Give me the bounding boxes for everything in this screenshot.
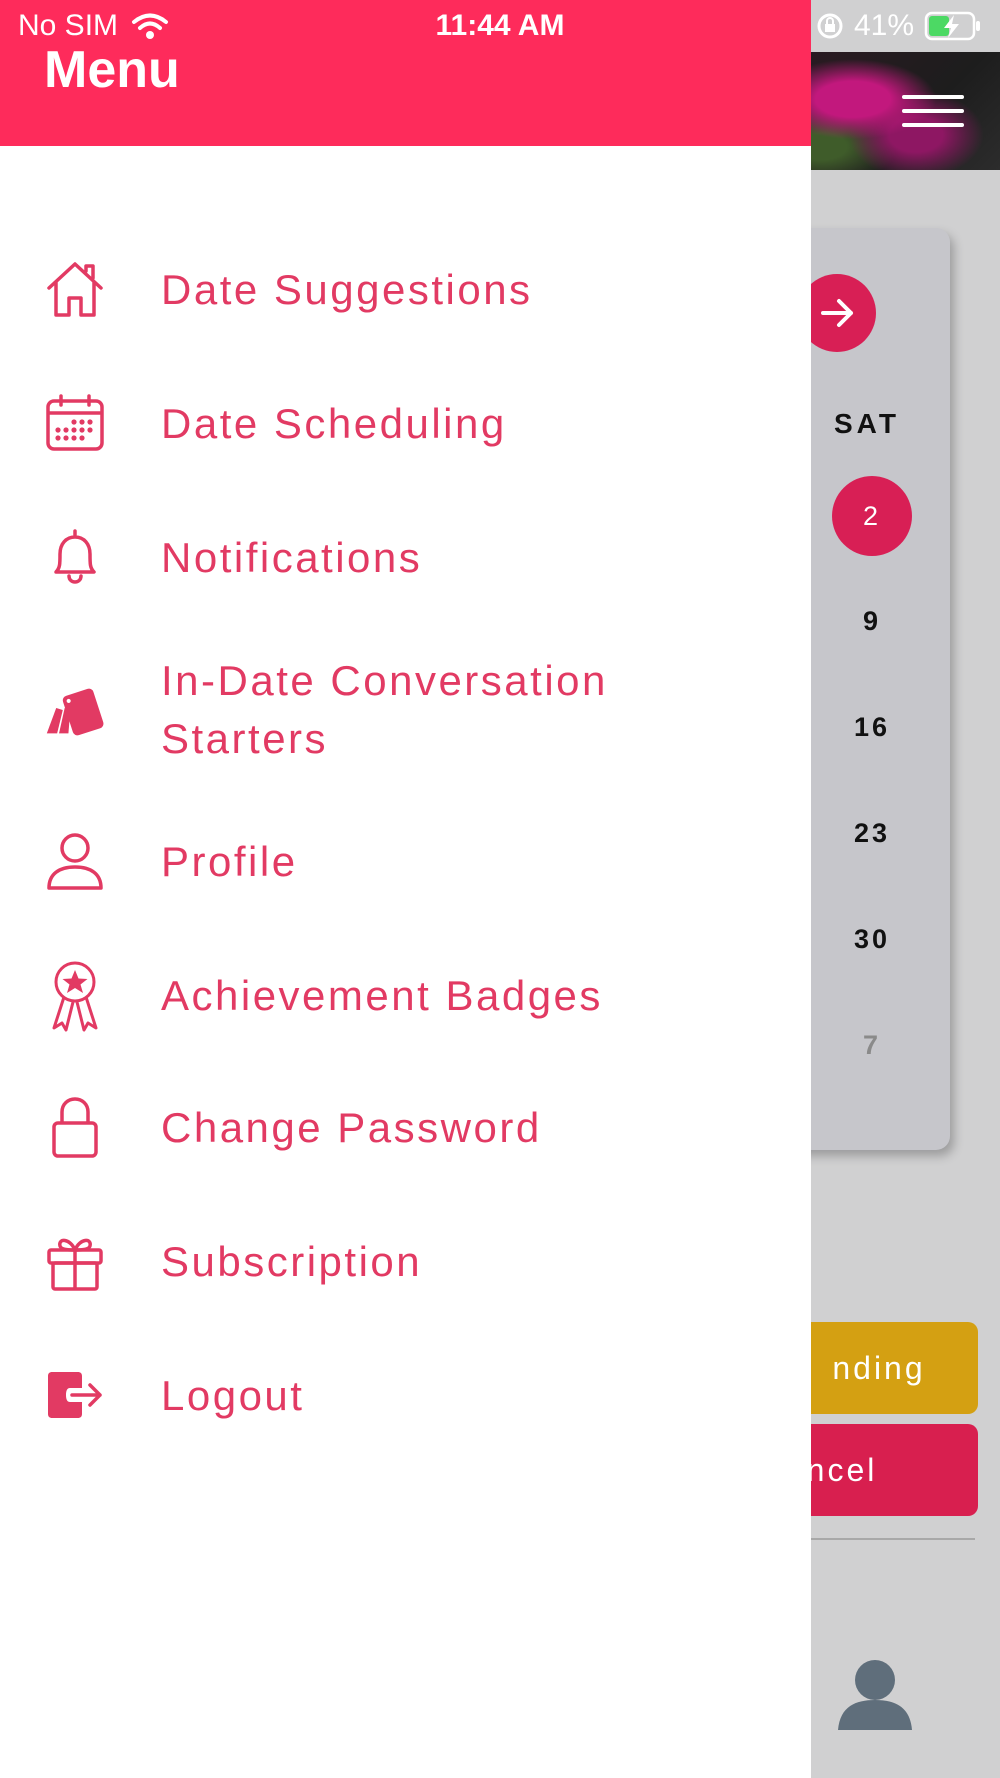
battery-charging-icon [924,11,980,41]
menu-item-date-suggestions[interactable]: Date Suggestions [0,258,811,322]
menu-item-label: Profile [161,838,298,885]
menu-item-achievement-badges[interactable]: Achievement Badges [0,960,811,1032]
calendar-day[interactable]: 23 [832,818,912,849]
menu-item-label: Logout [161,1372,305,1419]
menu-item-date-scheduling[interactable]: Date Scheduling [0,392,811,456]
bell-icon [44,526,106,588]
navigation-drawer: Menu Date Suggestions Date Scheduling No… [0,0,811,1778]
menu-item-label: Change Password [161,1104,542,1151]
calendar-day[interactable]: 30 [832,924,912,955]
logout-icon [44,1364,106,1426]
menu-item-profile[interactable]: Profile [0,830,811,894]
header-image [790,52,1000,170]
calendar-day[interactable]: 16 [832,712,912,743]
cards-icon [44,678,106,740]
status-bar: No SIM 11:44 AM 41% [0,0,1000,54]
lock-icon [44,1096,106,1158]
menu-item-logout[interactable]: Logout [0,1364,811,1428]
calendar-day-next-month[interactable]: 7 [832,1030,912,1061]
divider [800,1538,975,1540]
arrow-right-icon [821,299,853,327]
battery-percentage: 41% [853,9,914,42]
gift-icon [44,1230,106,1292]
menu-item-label: Subscription [161,1238,423,1285]
calendar-day-selected[interactable]: 2 [832,476,912,556]
badge-icon [44,960,106,1032]
menu-item-conversation-starters[interactable]: In-Date Conversation Starters [0,652,811,768]
avatar-icon[interactable] [836,1654,914,1732]
menu-item-change-password[interactable]: Change Password [0,1096,811,1160]
menu-item-label: In-Date Conversation Starters [161,657,608,762]
menu-item-label: Date Suggestions [161,266,533,313]
calendar-day[interactable]: 9 [832,606,912,637]
menu-item-label: Date Scheduling [161,400,507,447]
home-icon [44,258,106,320]
pending-label: nding [832,1349,926,1386]
menu-item-subscription[interactable]: Subscription [0,1230,811,1294]
user-icon [44,830,106,892]
weekday-header: SAT [834,408,900,439]
menu-item-label: Notifications [161,534,423,581]
menu-item-label: Achievement Badges [161,972,603,1019]
calendar-icon [44,392,106,454]
cancel-label: ncel [806,1451,878,1488]
hamburger-menu-icon[interactable] [902,95,964,135]
rotation-lock-icon [817,13,843,39]
menu-item-notifications[interactable]: Notifications [0,526,811,590]
